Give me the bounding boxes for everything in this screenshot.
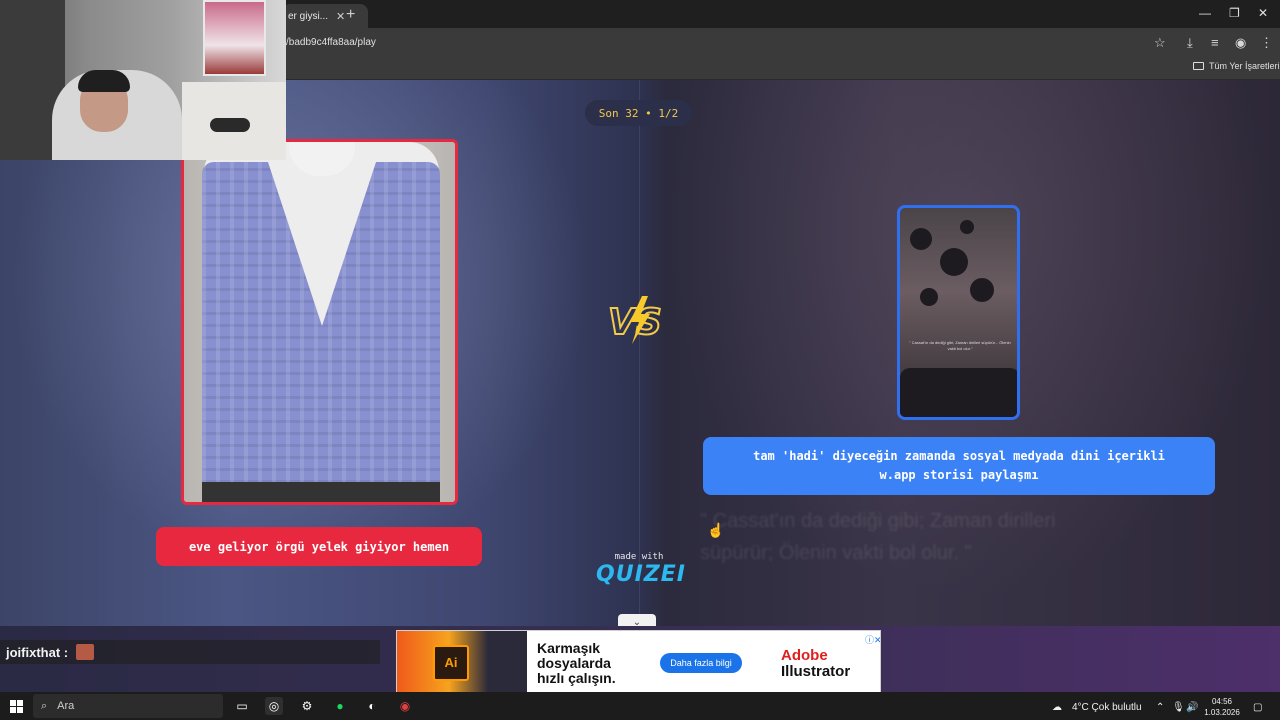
search-placeholder: Ara [57, 700, 75, 712]
right-caption-line-1: tam 'hadi' diyeceğin zamanda sosyal medy… [753, 449, 1165, 463]
ad-artwork: Ai [397, 631, 527, 692]
round-counter: Son 32 • 1/2 [585, 100, 692, 126]
blurred-background-text: " Cassat'ın da dediği gibi; Zaman dirill… [700, 510, 1056, 564]
tree-blossom [920, 288, 938, 306]
file-explorer-icon[interactable]: ▭ [233, 697, 251, 715]
minimize-icon[interactable]: — [1199, 6, 1211, 20]
url-field[interactable]: /badb9c4ffa8aa/play [286, 37, 376, 48]
photo-vneck [266, 156, 378, 326]
folder-icon [1193, 62, 1204, 70]
right-option-card[interactable]: " Cassat'ın da dediği gibi; Zaman dirill… [897, 205, 1020, 420]
obs-icon[interactable]: ◉ [396, 697, 414, 715]
all-bookmarks-label: Tüm Yer İşaretleri [1209, 61, 1280, 71]
app-icon[interactable]: ◐ [363, 697, 381, 715]
taskbar-search[interactable]: ⌕ Ara [33, 694, 223, 718]
clock-date: 1.03.2026 [1204, 708, 1240, 717]
system-clock[interactable]: 04:56 1.03.2026 [1200, 696, 1244, 718]
weather-text[interactable]: 4°C Çok bulutlu [1072, 702, 1142, 713]
spotify-icon[interactable]: ● [331, 697, 349, 715]
webcam-poster [203, 0, 266, 76]
chat-message: joifixthat : [0, 640, 380, 664]
notification-icon[interactable]: ▢ [1253, 702, 1262, 713]
microphone-icon[interactable]: 🎙 [1172, 702, 1185, 713]
tree-blossom [960, 220, 974, 234]
windows-start-icon[interactable] [7, 697, 25, 715]
search-icon: ⌕ [41, 699, 48, 712]
right-option-caption[interactable]: tam 'hadi' diyeceğin zamanda sosyal medy… [703, 437, 1215, 495]
ground-shadow [900, 368, 1017, 417]
all-bookmarks-button[interactable]: Tüm Yer İşaretleri [1193, 61, 1280, 71]
ad-brand-line-2: Illustrator [781, 663, 851, 680]
ad-headline-line-3: hızlı çalışın. [537, 670, 616, 686]
weather-icon[interactable]: ☁ [1052, 702, 1062, 713]
left-option-caption[interactable]: eve geliyor örgü yelek giyiyor hemen [156, 527, 482, 566]
chrome-icon[interactable]: ◎ [265, 697, 283, 715]
made-with-label: made with [614, 552, 664, 562]
streamer-hair [78, 70, 130, 92]
advertisement-banner[interactable]: Ai Karmaşık dosyalarda hızlı çalışın. Da… [396, 630, 881, 693]
restore-icon[interactable]: ❐ [1229, 6, 1240, 20]
tab-close-icon[interactable]: ✕ [336, 10, 345, 23]
chat-username: joifixthat : [6, 644, 69, 660]
menu-icon[interactable]: ⋮ [1260, 35, 1273, 51]
photo-waist [202, 482, 440, 502]
versus-icon: VS [607, 296, 663, 344]
tray-expand-icon[interactable]: ⌃ [1156, 702, 1164, 713]
webcam-cat [210, 118, 250, 132]
webcam-overlay [0, 0, 286, 160]
ad-brand-line-1: Adobe [781, 647, 828, 664]
close-window-icon[interactable]: ✕ [1258, 6, 1268, 20]
quizei-logo[interactable]: QUIZEI [596, 562, 685, 587]
ad-learn-more-button[interactable]: Daha fazla bilgi [660, 653, 742, 673]
right-caption-line-2: w.app storisi paylaşmı [879, 468, 1039, 482]
story-quote: " Cassat'ın da dediği gibi; Zaman dirill… [909, 340, 1011, 351]
mouse-cursor-icon: ☝ [707, 522, 725, 538]
clock-time: 04:56 [1211, 697, 1233, 706]
media-controls-icon[interactable]: ≡ [1211, 35, 1219, 50]
download-icon[interactable]: ⤓ [1187, 35, 1193, 51]
illustrator-logo-icon: Ai [433, 645, 469, 681]
ad-headline-line-1: Karmaşık [537, 640, 601, 656]
volume-icon[interactable]: 🔊 [1186, 702, 1198, 713]
ad-brand: Adobe Illustrator [781, 648, 850, 680]
ad-headline: Karmaşık dosyalarda hızlı çalışın. [537, 641, 616, 686]
profile-icon[interactable]: ◉ [1235, 35, 1246, 51]
tree-blossom [940, 248, 968, 276]
emote-icon [76, 644, 95, 660]
tab-title: er giysi... [288, 10, 329, 22]
left-option-card[interactable] [181, 139, 458, 505]
bookmark-star-icon[interactable]: ☆ [1154, 35, 1166, 51]
center-divider [639, 80, 640, 626]
tree-blossom [970, 278, 994, 302]
ad-headline-line-2: dosyalarda [537, 655, 611, 671]
tree-blossom [910, 228, 932, 250]
ad-close-icon[interactable]: ⓘ✕ [865, 633, 880, 646]
new-tab-icon[interactable]: + [346, 6, 355, 24]
settings-icon[interactable]: ⚙ [298, 697, 316, 715]
